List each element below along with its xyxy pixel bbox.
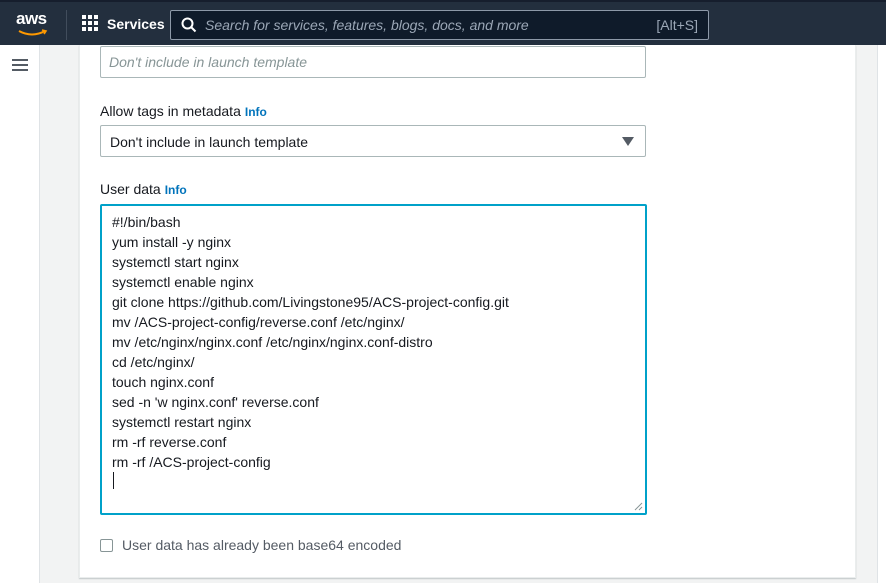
search-input[interactable] (205, 11, 605, 39)
script-line: systemctl start nginx (112, 254, 239, 270)
metadata-tags-selected-value: Don't include in launch template (110, 134, 309, 150)
script-line: sed -n 'w nginx.conf' reverse.conf (112, 394, 319, 410)
script-line: yum install -y nginx (112, 234, 232, 250)
resize-handle-icon[interactable] (634, 502, 643, 511)
top-field-input[interactable] (109, 47, 629, 77)
script-line: systemctl restart nginx (112, 414, 252, 430)
user-data-label-row: User data Info (100, 181, 187, 197)
nav-divider (66, 10, 67, 40)
script-line: #!/bin/bash (112, 214, 181, 230)
user-data-script: #!/bin/bash yum install -y nginx systemc… (112, 212, 509, 472)
global-search-box[interactable]: [Alt+S] (170, 10, 709, 40)
script-line: touch nginx.conf (112, 374, 214, 390)
top-select-field[interactable] (100, 46, 646, 78)
metadata-tags-label: Allow tags in metadata (100, 103, 241, 119)
grid-icon (82, 15, 99, 32)
services-label: Services (107, 15, 165, 32)
script-line: rm -rf reverse.conf (112, 434, 227, 450)
aws-logo-text: aws (16, 9, 47, 28)
metadata-tags-label-row: Allow tags in metadata Info (100, 103, 267, 119)
text-cursor (113, 472, 114, 489)
base64-checkbox-label: User data has already been base64 encode… (122, 537, 402, 553)
user-data-label: User data (100, 181, 161, 197)
top-navigation-bar: aws Services [Alt+S] (0, 0, 886, 45)
search-shortcut-hint: [Alt+S] (656, 17, 698, 33)
script-line: mv /ACS-project-config/reverse.conf /etc… (112, 314, 405, 330)
user-data-info-link[interactable]: Info (165, 183, 187, 197)
base64-checkbox-row[interactable]: User data has already been base64 encode… (100, 537, 401, 553)
script-line: cd /etc/nginx/ (112, 354, 195, 370)
metadata-tags-select[interactable]: Don't include in launch template (100, 125, 646, 157)
script-line: git clone https://github.com/Livingstone… (112, 294, 509, 310)
aws-logo[interactable]: aws (16, 9, 50, 39)
script-line: systemctl enable nginx (112, 274, 254, 290)
search-icon (181, 17, 197, 33)
script-line: rm -rf /ACS-project-config (112, 454, 271, 470)
user-data-textarea[interactable]: #!/bin/bash yum install -y nginx systemc… (100, 204, 647, 515)
menu-icon[interactable] (12, 59, 28, 71)
script-line: mv /etc/nginx/nginx.conf /etc/nginx/ngin… (112, 334, 433, 350)
base64-checkbox[interactable] (100, 538, 113, 552)
services-menu-button[interactable]: Services (82, 15, 165, 32)
right-side-rail (877, 45, 886, 583)
aws-smile-icon (18, 29, 48, 36)
metadata-tags-info-link[interactable]: Info (245, 105, 267, 119)
left-side-rail (0, 45, 40, 583)
caret-down-icon (622, 137, 634, 146)
